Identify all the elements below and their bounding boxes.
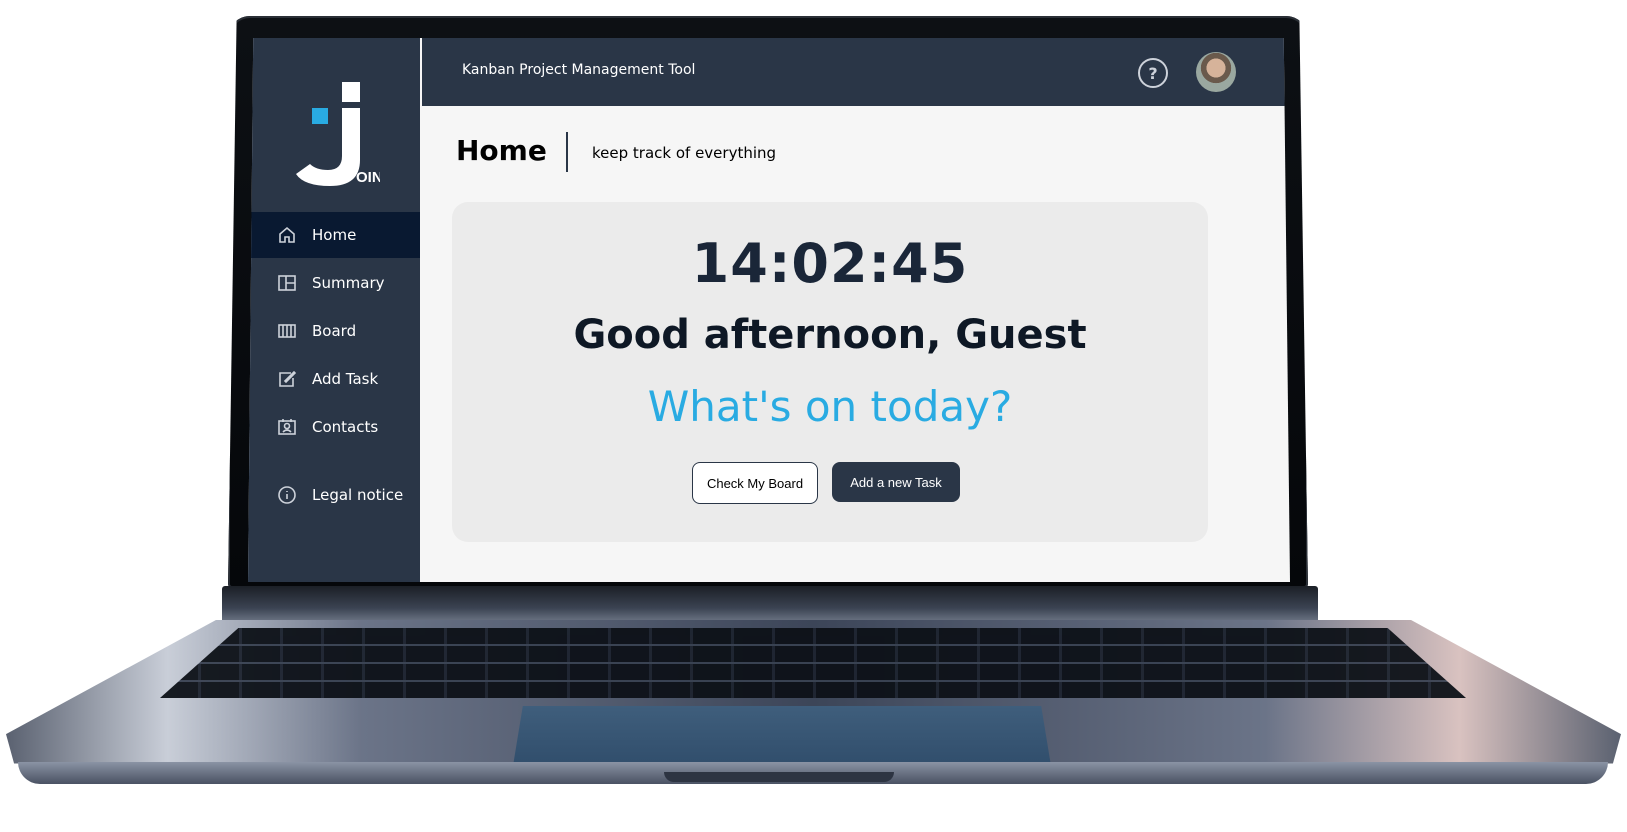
- help-button[interactable]: ?: [1138, 58, 1168, 88]
- clock: 14:02:45: [691, 232, 969, 295]
- home-icon: [276, 224, 298, 246]
- board-icon: [276, 320, 298, 342]
- page-subtitle: keep track of everything: [592, 144, 777, 162]
- question-mark-icon: ?: [1148, 63, 1158, 83]
- add-task-button[interactable]: Add a new Task: [832, 462, 960, 502]
- sidebar-item-summary[interactable]: Summary: [248, 260, 420, 306]
- question-text: What's on today?: [647, 382, 1013, 431]
- sidebar-item-home[interactable]: Home: [248, 212, 420, 258]
- sidebar-item-label: Contacts: [312, 418, 379, 436]
- user-avatar[interactable]: [1196, 52, 1236, 92]
- sidebar-item-add-task[interactable]: Add Task: [248, 356, 420, 402]
- sidebar-item-board[interactable]: Board: [248, 308, 420, 354]
- laptop-keyboard: [160, 628, 1466, 698]
- join-logo: OIN: [296, 82, 380, 186]
- sidebar-item-label: Legal notice: [312, 486, 404, 504]
- laptop-opening-notch: [664, 772, 894, 782]
- laptop-screen: OIN Home Summary Board Add Task Contacts…: [248, 38, 1290, 582]
- app-title: Kanban Project Management Tool: [462, 62, 696, 78]
- keyboard-row-divider: [160, 644, 1466, 646]
- summary-icon: [276, 272, 298, 294]
- keyboard-row-divider: [160, 662, 1466, 664]
- sidebar-item-contacts[interactable]: Contacts: [248, 404, 420, 450]
- welcome-card: 14:02:45 Good afternoon, Guest What's on…: [452, 202, 1208, 542]
- sidebar: OIN Home Summary Board Add Task Contacts…: [248, 38, 420, 582]
- page-title: Home: [456, 134, 547, 167]
- logo-letters: OIN: [356, 169, 380, 186]
- sidebar-item-label: Add Task: [312, 370, 379, 388]
- sidebar-item-label: Board: [312, 322, 357, 340]
- sidebar-item-label: Summary: [312, 274, 385, 292]
- sidebar-item-label: Home: [312, 226, 357, 244]
- keyboard-row-divider: [160, 680, 1466, 682]
- info-icon: [276, 484, 298, 506]
- contacts-icon: [276, 416, 298, 438]
- greeting: Good afternoon, Guest: [573, 312, 1087, 358]
- check-board-button[interactable]: Check My Board: [692, 462, 818, 504]
- edit-icon: [276, 368, 298, 390]
- sidebar-item-legal-notice[interactable]: Legal notice: [248, 472, 420, 518]
- top-header: Kanban Project Management Tool ?: [420, 38, 1290, 106]
- title-divider: [566, 132, 568, 172]
